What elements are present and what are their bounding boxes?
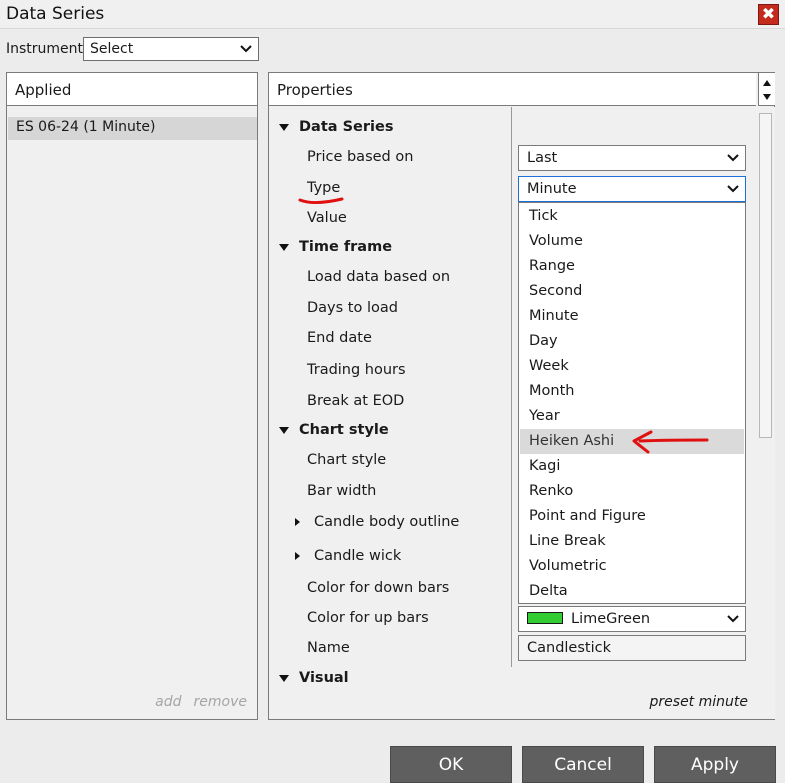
- collapse-triangle-icon[interactable]: [279, 244, 289, 251]
- dropdown-option[interactable]: Point and Figure: [520, 504, 744, 529]
- prop-load-data-based-on: Load data based on: [307, 269, 451, 285]
- color-swatch: [527, 612, 563, 624]
- scroll-buttons[interactable]: [758, 73, 775, 106]
- dropdown-option[interactable]: Delta: [520, 579, 744, 604]
- type-value: Minute: [527, 181, 577, 197]
- scroll-down-icon[interactable]: [763, 94, 771, 100]
- scroll-up-icon[interactable]: [763, 80, 771, 86]
- expand-triangle-icon[interactable]: [295, 552, 300, 560]
- dropdown-option[interactable]: Minute: [520, 304, 744, 329]
- applied-panel: Applied ES 06-24 (1 Minute) add remove: [6, 72, 258, 720]
- prop-chart-style: Chart style: [307, 452, 387, 468]
- color-up-select[interactable]: LimeGreen: [518, 606, 746, 632]
- category-time-frame[interactable]: Time frame: [299, 239, 392, 255]
- collapse-triangle-icon[interactable]: [279, 675, 289, 682]
- type-select[interactable]: Minute: [518, 176, 746, 202]
- prop-break-at-eod: Break at EOD: [307, 393, 405, 409]
- applied-item[interactable]: ES 06-24 (1 Minute): [8, 117, 257, 140]
- instrument-select[interactable]: Select: [83, 37, 259, 61]
- dropdown-option[interactable]: Tick: [520, 204, 744, 229]
- prop-days-to-load: Days to load: [307, 300, 398, 316]
- prop-price-based-on: Price based on: [307, 149, 414, 165]
- instrument-label: Instrument: [6, 41, 84, 57]
- category-visual[interactable]: Visual: [299, 670, 349, 683]
- dropdown-option[interactable]: Renko: [520, 479, 744, 504]
- scrollbar-thumb[interactable]: [759, 113, 772, 438]
- collapse-triangle-icon[interactable]: [279, 124, 289, 131]
- prop-trading-hours: Trading hours: [307, 362, 406, 378]
- price-based-on-value: Last: [527, 150, 558, 166]
- title-bar: [0, 0, 785, 29]
- prop-candle-body-outline[interactable]: Candle body outline: [314, 514, 459, 530]
- dropdown-option[interactable]: Range: [520, 254, 744, 279]
- remove-link[interactable]: remove: [194, 694, 247, 710]
- color-up-value: LimeGreen: [571, 611, 651, 627]
- type-dropdown-list[interactable]: Tick Volume Range Second Minute Day Week…: [518, 202, 746, 604]
- expand-triangle-icon[interactable]: [295, 518, 300, 526]
- apply-button[interactable]: Apply: [654, 746, 776, 783]
- prop-name: Name: [307, 640, 350, 656]
- applied-header: Applied: [7, 73, 257, 106]
- dropdown-option[interactable]: Second: [520, 279, 744, 304]
- prop-bar-width: Bar width: [307, 483, 377, 499]
- cancel-button[interactable]: Cancel: [522, 746, 644, 783]
- dropdown-option[interactable]: Day: [520, 329, 744, 354]
- prop-color-up-bars: Color for up bars: [307, 610, 429, 626]
- dropdown-option-highlighted[interactable]: Heiken Ashi: [520, 429, 744, 454]
- collapse-triangle-icon[interactable]: [279, 427, 289, 434]
- dropdown-option[interactable]: Line Break: [520, 529, 744, 554]
- dropdown-option[interactable]: Week: [520, 354, 744, 379]
- close-button[interactable]: ✖: [758, 4, 779, 25]
- prop-type: Type: [307, 180, 341, 196]
- dropdown-option[interactable]: Month: [520, 379, 744, 404]
- name-value: Candlestick: [527, 640, 611, 656]
- preset-label[interactable]: preset minute: [650, 694, 748, 710]
- prop-candle-wick[interactable]: Candle wick: [314, 548, 401, 564]
- ok-button[interactable]: OK: [390, 746, 512, 783]
- chevron-down-icon: [727, 154, 739, 162]
- category-chart-style[interactable]: Chart style: [299, 422, 389, 438]
- chevron-down-icon: [240, 45, 252, 53]
- prop-end-date: End date: [307, 330, 372, 346]
- applied-actions: add remove: [143, 694, 247, 710]
- dropdown-option[interactable]: Kagi: [520, 454, 744, 479]
- add-link[interactable]: add: [155, 694, 181, 710]
- properties-header: Properties: [269, 73, 756, 106]
- category-data-series[interactable]: Data Series: [299, 119, 393, 135]
- prop-value: Value: [307, 210, 347, 226]
- name-input[interactable]: Candlestick: [518, 635, 746, 661]
- window-title: Data Series: [6, 4, 105, 24]
- price-based-on-select[interactable]: Last: [518, 145, 746, 171]
- dropdown-option[interactable]: Volume: [520, 229, 744, 254]
- chevron-down-icon: [727, 185, 739, 193]
- dropdown-option[interactable]: Year: [520, 404, 744, 429]
- dropdown-option[interactable]: Volumetric: [520, 554, 744, 579]
- prop-color-down-bars: Color for down bars: [307, 580, 450, 596]
- chevron-down-icon: [727, 615, 739, 623]
- instrument-select-value: Select: [90, 41, 134, 57]
